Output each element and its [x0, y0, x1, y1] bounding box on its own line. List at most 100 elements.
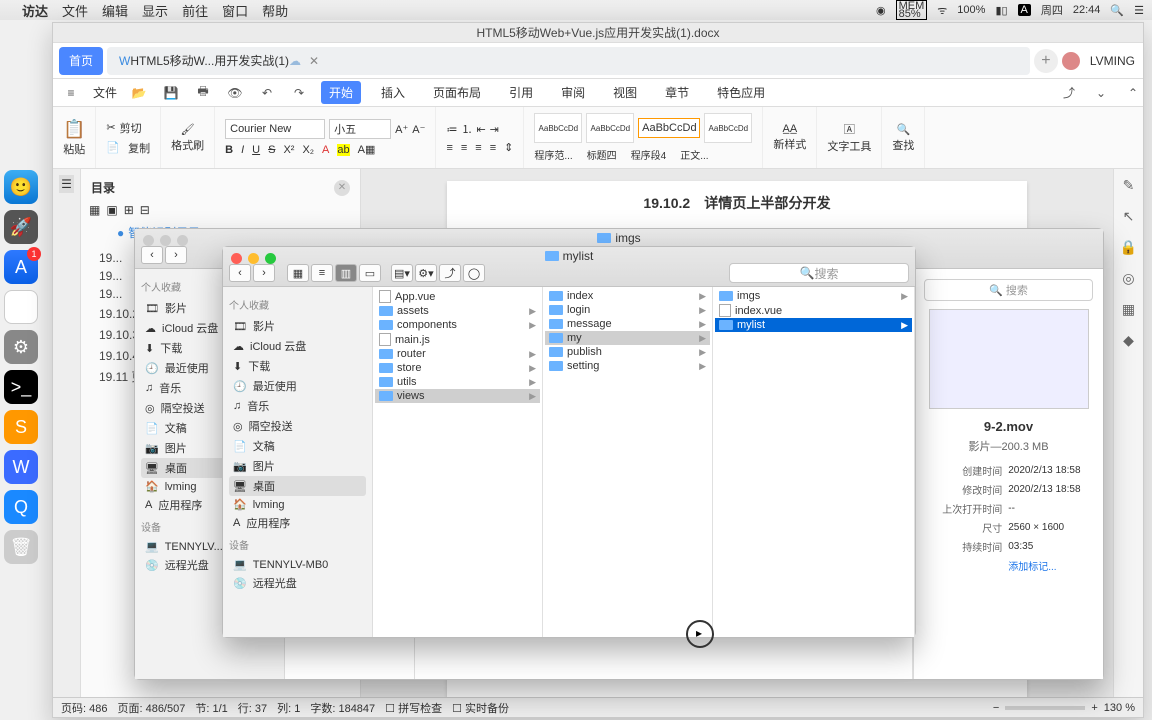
tab-home[interactable]: 首页 — [59, 47, 103, 75]
shapes-icon[interactable]: ◆ — [1123, 332, 1134, 349]
avatar[interactable] — [1062, 52, 1080, 70]
undo-icon[interactable]: ↶ — [257, 84, 277, 102]
toc-tool-1[interactable]: ▦ — [89, 203, 100, 217]
toc-tool-4[interactable]: ⊟ — [140, 203, 150, 217]
list-item[interactable]: App.vue — [375, 289, 540, 304]
dock-sublime[interactable]: S — [4, 410, 38, 444]
sidebar-airdrop[interactable]: ◎隔空投送 — [229, 416, 366, 436]
list-item[interactable]: main.js — [375, 332, 540, 347]
inc-font-icon[interactable]: A⁺ — [395, 123, 408, 136]
find-icon[interactable]: 🔍 — [896, 123, 910, 136]
battery-icon[interactable]: ▮▯ — [995, 4, 1007, 17]
list-item[interactable]: store▶ — [375, 361, 540, 375]
add-tag-link[interactable]: 添加标记... — [1008, 562, 1056, 573]
format-painter-icon[interactable]: 🖌 — [181, 123, 195, 136]
dock-appstore[interactable]: A — [4, 250, 38, 284]
status-page[interactable]: 页码: 486 — [61, 700, 107, 716]
ribbon-review[interactable]: 审阅 — [553, 81, 593, 104]
toc-tool-2[interactable]: ▣ — [106, 203, 117, 217]
toc-tab-icon[interactable]: ☰ — [59, 175, 74, 193]
hamburger-icon[interactable]: ≡ — [61, 84, 81, 102]
wifi-icon[interactable]: ᯤ — [937, 3, 947, 18]
nav-back[interactable]: ‹ — [229, 264, 251, 282]
align-left-icon[interactable]: ≡ — [446, 142, 452, 154]
ribbon-view[interactable]: 视图 — [605, 81, 645, 104]
fontsize-select[interactable]: 小五 — [329, 119, 391, 139]
sidebar-pictures[interactable]: 📷图片 — [229, 456, 366, 476]
sidebar-home[interactable]: 🏠lvming — [229, 496, 366, 513]
sidebar-remote-disc[interactable]: 💿远程光盘 — [229, 573, 366, 593]
list-item[interactable]: imgs▶ — [715, 289, 912, 303]
dock-finder[interactable]: 🙂 — [4, 170, 38, 204]
bullet-list-icon[interactable]: ≔ — [446, 123, 457, 136]
close-tab-icon[interactable]: ✕ — [309, 54, 319, 68]
status-chars[interactable]: 字数: 184847 — [310, 700, 375, 716]
indent-inc-icon[interactable]: ⇥ — [490, 123, 499, 136]
preview-icon[interactable]: 👁 — [225, 84, 245, 102]
list-item[interactable]: index.vue — [715, 303, 912, 318]
style-1[interactable]: AaBbCcDd — [534, 113, 582, 143]
style-4[interactable]: AaBbCcDd — [704, 113, 752, 143]
ribbon-ref[interactable]: 引用 — [501, 81, 541, 104]
list-item[interactable]: index▶ — [545, 289, 710, 303]
menu-go[interactable]: 前往 — [182, 1, 208, 20]
preview-search[interactable]: 🔍 搜索 — [924, 279, 1093, 301]
list-item[interactable]: views▶ — [375, 389, 540, 403]
nav-back[interactable]: ‹ — [141, 246, 163, 264]
status-line[interactable]: 行: 37 — [238, 700, 267, 716]
share-button[interactable]: ⤴ — [439, 264, 461, 282]
list-item[interactable]: publish▶ — [545, 345, 710, 359]
ribbon-start[interactable]: 开始 — [321, 81, 361, 104]
texttool-icon[interactable]: 🄰 — [844, 121, 855, 137]
search-input[interactable]: 🔍 搜索 — [729, 263, 909, 283]
ribbon-layout[interactable]: 页面布局 — [425, 81, 489, 104]
sidebar-downloads[interactable]: ⬇下载 — [229, 356, 366, 376]
status-col[interactable]: 列: 1 — [277, 700, 300, 716]
list-item[interactable]: mylist▶ — [715, 318, 912, 332]
fontcolor-icon[interactable]: A — [322, 144, 329, 156]
list-item[interactable]: my▶ — [545, 331, 710, 345]
dock-trash[interactable]: 🗑 — [4, 530, 38, 564]
super-icon[interactable]: X² — [283, 144, 294, 156]
chevron-up-icon[interactable]: ⌃ — [1123, 84, 1143, 102]
dock-quicktime[interactable]: Q — [4, 490, 38, 524]
save-icon[interactable]: 💾 — [161, 84, 181, 102]
align-right-icon[interactable]: ≡ — [475, 142, 481, 154]
sidebar-icloud[interactable]: ☁iCloud 云盘 — [229, 336, 366, 356]
cursor-icon[interactable]: ↖ — [1123, 208, 1135, 225]
sidebar-music[interactable]: ♫音乐 — [229, 396, 366, 416]
toc-close-icon[interactable]: ✕ — [334, 180, 350, 196]
record-icon[interactable]: ◉ — [876, 4, 886, 17]
redo-icon[interactable]: ↷ — [289, 84, 309, 102]
status-pages[interactable]: 页面: 486/507 — [117, 700, 185, 716]
underline-button[interactable]: U — [252, 144, 260, 156]
gear-icon[interactable]: ◎ — [1122, 270, 1134, 287]
view-columns[interactable]: ▥ — [335, 264, 357, 282]
menu-view[interactable]: 显示 — [142, 1, 168, 20]
sidebar-documents[interactable]: 📄文稿 — [229, 436, 366, 456]
open-icon[interactable]: 📂 — [129, 84, 149, 102]
menu-file2[interactable]: 文件 — [93, 84, 117, 101]
pen-icon[interactable]: ✎ — [1123, 177, 1135, 194]
chevron-down-icon[interactable]: ⌄ — [1091, 84, 1111, 102]
menu-icon[interactable]: ☰ — [1134, 4, 1144, 17]
table-icon[interactable]: ▦ — [1122, 301, 1135, 318]
dec-font-icon[interactable]: A⁻ — [412, 123, 425, 136]
number-list-icon[interactable]: ⒈ — [461, 121, 472, 137]
list-item[interactable]: components▶ — [375, 318, 540, 332]
font-select[interactable]: Courier New — [225, 119, 325, 139]
italic-button[interactable]: I — [241, 144, 244, 156]
action-menu[interactable]: ⚙▾ — [415, 264, 437, 282]
toc-tool-3[interactable]: ⊞ — [124, 203, 134, 217]
paste-icon[interactable]: 📋 — [63, 119, 85, 140]
highlight-icon[interactable]: ab — [337, 144, 349, 156]
finder-window-mylist[interactable]: mylist ‹ › ▦ ≡ ▥ ▭ ▤▾ ⚙▾ ⤴ ◯ 🔍 搜索 个人收藏 🎞… — [222, 246, 916, 638]
status-spell[interactable]: 拼写检查 — [398, 703, 442, 715]
list-item[interactable]: message▶ — [545, 317, 710, 331]
status-section[interactable]: 节: 1/1 — [195, 700, 227, 716]
menu-window[interactable]: 窗口 — [222, 1, 248, 20]
align-justify-icon[interactable]: ≡ — [490, 142, 496, 154]
view-icons[interactable]: ▦ — [287, 264, 309, 282]
strike-button[interactable]: S — [268, 144, 275, 156]
menu-file[interactable]: 文件 — [62, 1, 88, 20]
